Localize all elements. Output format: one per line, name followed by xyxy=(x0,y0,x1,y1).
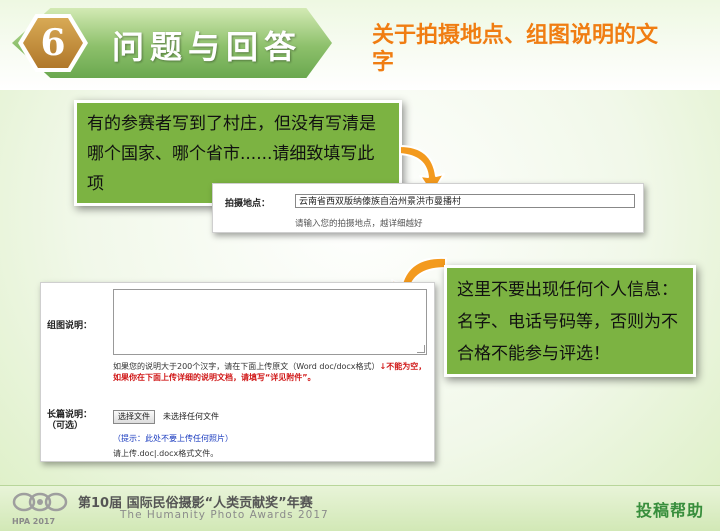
resize-handle-icon[interactable] xyxy=(417,345,425,353)
location-input[interactable]: 云南省西双版纳傣族自治州景洪市曼播村 xyxy=(295,194,635,208)
hpa-logo-text: HPA 2017 xyxy=(12,517,56,526)
location-hint: 请输入您的拍摄地点，越详细越好 xyxy=(295,219,423,229)
group-description-label: 组图说明： xyxy=(47,321,93,331)
choose-file-button[interactable]: 选择文件 xyxy=(113,410,155,424)
footer-title-en: The Humanity Photo Awards 2017 xyxy=(120,509,329,521)
group-description-panel: 组图说明： 如果您的说明大于200个汉字，请在下面上传原文（Word doc/d… xyxy=(40,282,435,462)
file-status: 未选择任何文件 xyxy=(163,412,219,421)
group-description-textarea[interactable] xyxy=(113,289,427,355)
length-note: 如果您的说明大于200个汉字，请在下面上传原文（Word doc/docx格式）… xyxy=(113,361,429,383)
location-label: 拍摄地点： xyxy=(225,199,271,209)
long-description-optional: （可选） xyxy=(47,421,84,431)
doc-format-note: 请上传.doc|.docx格式文件。 xyxy=(113,449,219,458)
banner-title: 问题与回答 xyxy=(112,28,303,66)
callout-personal-info: 这里不要出现任何个人信息：名字、电话号码等，否则为不合格不能参与评选！ xyxy=(444,265,696,377)
no-photo-note: （提示：此处不要上传任何照片） xyxy=(113,434,233,443)
hpa-logo-icon xyxy=(12,492,68,512)
length-note-text: 如果您的说明大于200个汉字，请在下面上传原文（Word doc/docx格式） xyxy=(113,362,380,371)
page-subtitle: 关于拍摄地点、组图说明的文字 xyxy=(372,23,659,75)
submission-help-link[interactable]: 投稿帮助 xyxy=(636,497,704,521)
location-form-panel: 拍摄地点： 云南省西双版纳傣族自治州景洪市曼播村 请输入您的拍摄地点，越详细越好 xyxy=(212,183,644,233)
